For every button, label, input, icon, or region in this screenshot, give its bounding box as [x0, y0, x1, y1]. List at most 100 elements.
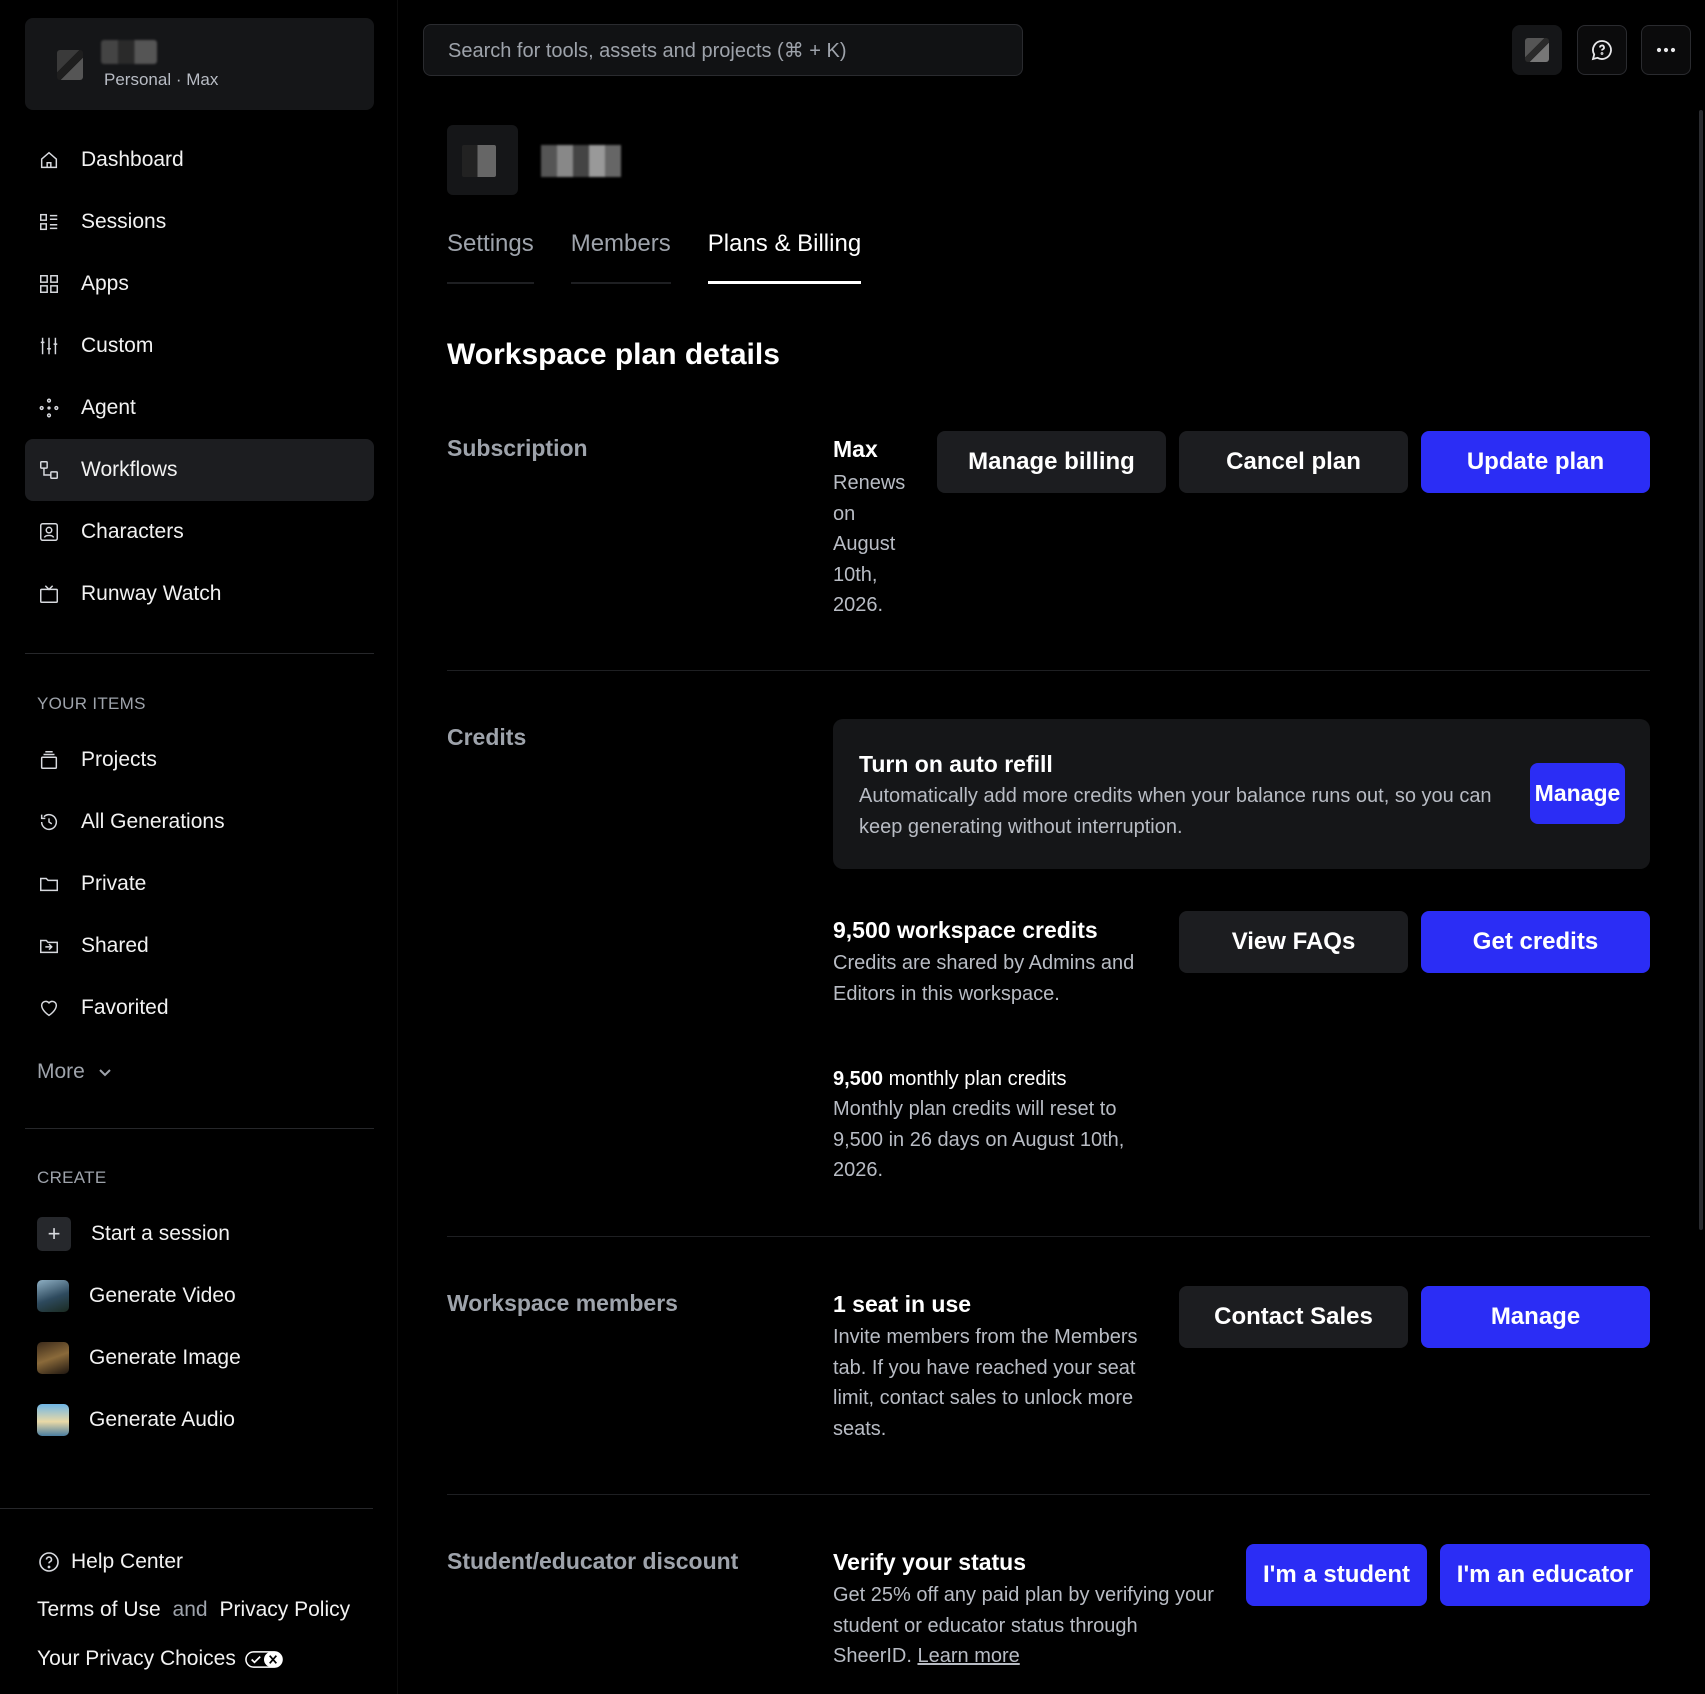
sidebar-item-label: All Generations [81, 810, 225, 833]
legal-links: Terms of Use and Privacy Policy [37, 1598, 350, 1622]
more-options-button[interactable] [1641, 25, 1691, 75]
character-icon [37, 520, 61, 544]
more-label: More [37, 1060, 85, 1083]
your-items-nav: Projects All Generations Private Shared … [25, 729, 374, 1039]
sidebar-item-runway-watch[interactable]: Runway Watch [25, 563, 374, 625]
auto-refill-title: Turn on auto refill [859, 751, 1053, 777]
shared-icon [37, 934, 61, 958]
help-center-link[interactable]: Help Center [37, 1550, 183, 1574]
auto-refill-description: Automatically add more credits when your… [859, 785, 1492, 838]
monthly-credits-title: 9,500 monthly plan credits [833, 1068, 1067, 1090]
heart-icon [37, 996, 61, 1020]
agent-icon [37, 396, 61, 420]
more-toggle[interactable]: More [37, 1060, 113, 1084]
your-items-heading: YOUR ITEMS [37, 694, 146, 713]
privacy-choices-label: Your Privacy Choices [37, 1647, 236, 1670]
create-item-label: Start a session [91, 1222, 230, 1245]
chat-question-icon [1591, 40, 1612, 61]
create-item-label: Generate Image [89, 1346, 241, 1369]
sidebar-item-all-generations[interactable]: All Generations [25, 791, 374, 853]
image-thumbnail [37, 1342, 69, 1374]
sidebar-item-workflows[interactable]: Workflows [25, 439, 374, 501]
section-divider [447, 1494, 1650, 1495]
workspace-subtitle: Personal · Max [104, 70, 219, 89]
terms-link[interactable]: Terms of Use [37, 1598, 161, 1621]
sidebar-item-shared[interactable]: Shared [25, 915, 374, 977]
update-plan-button[interactable]: Update plan [1421, 431, 1650, 493]
sidebar-item-label: Workflows [81, 458, 178, 481]
app-root: Personal · Max Dashboard Sessions Apps C… [0, 0, 1705, 1694]
search-input[interactable]: Search for tools, assets and projects (⌘… [423, 24, 1023, 76]
start-session-button[interactable]: + Start a session [25, 1203, 374, 1265]
learn-more-link[interactable]: Learn more [917, 1645, 1019, 1667]
workflow-icon [37, 458, 61, 482]
sidebar-item-label: Apps [81, 272, 129, 295]
workspace-title-redacted [541, 145, 621, 177]
projects-icon [37, 748, 61, 772]
create-item-label: Generate Video [89, 1284, 236, 1307]
generate-video-button[interactable]: Generate Video [25, 1265, 374, 1327]
view-faqs-button[interactable]: View FAQs [1179, 911, 1408, 973]
generate-audio-button[interactable]: Generate Audio [25, 1389, 374, 1451]
search-placeholder: Search for tools, assets and projects (⌘… [448, 39, 847, 62]
members-label: Workspace members [447, 1290, 678, 1316]
video-thumbnail [37, 1280, 69, 1312]
sidebar-item-label: Runway Watch [81, 582, 222, 605]
home-icon [37, 148, 61, 172]
tv-icon [37, 582, 61, 606]
discount-label: Student/educator discount [447, 1548, 739, 1574]
get-credits-button[interactable]: Get credits [1421, 911, 1650, 973]
page-scrollbar[interactable] [1699, 110, 1703, 1230]
sidebar: Personal · Max Dashboard Sessions Apps C… [0, 0, 398, 1694]
manage-billing-button[interactable]: Manage billing [937, 431, 1166, 493]
sidebar-item-apps[interactable]: Apps [25, 253, 374, 315]
sidebar-item-label: Shared [81, 934, 149, 957]
sidebar-item-projects[interactable]: Projects [25, 729, 374, 791]
sidebar-item-label: Characters [81, 520, 184, 543]
auto-refill-card: Turn on auto refill Automatically add mo… [833, 719, 1650, 869]
feedback-button[interactable] [1577, 25, 1627, 75]
manage-members-button[interactable]: Manage [1421, 1286, 1650, 1348]
privacy-choices-link[interactable]: Your Privacy Choices [37, 1647, 283, 1671]
account-avatar-button[interactable] [1512, 25, 1562, 75]
plus-icon: + [37, 1217, 71, 1251]
sidebar-item-characters[interactable]: Characters [25, 501, 374, 563]
tab-settings[interactable]: Settings [447, 228, 534, 284]
sidebar-item-label: Projects [81, 748, 157, 771]
sidebar-item-sessions[interactable]: Sessions [25, 191, 374, 253]
folder-icon [37, 872, 61, 896]
verify-status-description: Get 25% off any paid plan by verifying y… [833, 1584, 1214, 1667]
workspace-switcher[interactable]: Personal · Max [25, 18, 374, 110]
educator-button[interactable]: I'm an educator [1440, 1544, 1650, 1606]
sidebar-item-custom[interactable]: Custom [25, 315, 374, 377]
section-divider [447, 670, 1650, 671]
cancel-plan-button[interactable]: Cancel plan [1179, 431, 1408, 493]
auto-refill-manage-button[interactable]: Manage [1530, 763, 1625, 824]
privacy-policy-link[interactable]: Privacy Policy [219, 1598, 350, 1621]
workspace-avatar [57, 50, 83, 80]
sidebar-item-label: Private [81, 872, 147, 895]
sidebar-item-label: Custom [81, 334, 154, 357]
subscription-label: Subscription [447, 435, 588, 461]
chevron-down-icon [99, 1069, 111, 1077]
apps-icon [37, 272, 61, 296]
sidebar-divider [25, 1128, 374, 1129]
audio-thumbnail [37, 1404, 69, 1436]
plan-name: Max [833, 436, 878, 462]
sidebar-item-private[interactable]: Private [25, 853, 374, 915]
verify-status-title: Verify your status [833, 1549, 1027, 1575]
sidebar-item-dashboard[interactable]: Dashboard [25, 129, 374, 191]
contact-sales-button[interactable]: Contact Sales [1179, 1286, 1408, 1348]
workspace-credits-description: Credits are shared by Admins and Editors… [833, 952, 1135, 1005]
monthly-credits-description: Monthly plan credits will reset to 9,500… [833, 1098, 1125, 1181]
create-nav: + Start a session Generate Video Generat… [25, 1203, 374, 1451]
student-button[interactable]: I'm a student [1246, 1544, 1427, 1606]
sidebar-item-agent[interactable]: Agent [25, 377, 374, 439]
tab-plans-billing[interactable]: Plans & Billing [707, 228, 862, 284]
tab-members[interactable]: Members [570, 228, 671, 284]
sidebar-item-favorited[interactable]: Favorited [25, 977, 374, 1039]
create-item-label: Generate Audio [89, 1408, 235, 1431]
help-icon [39, 1552, 59, 1572]
seats-description: Invite members from the Members tab. If … [833, 1326, 1138, 1440]
generate-image-button[interactable]: Generate Image [25, 1327, 374, 1389]
